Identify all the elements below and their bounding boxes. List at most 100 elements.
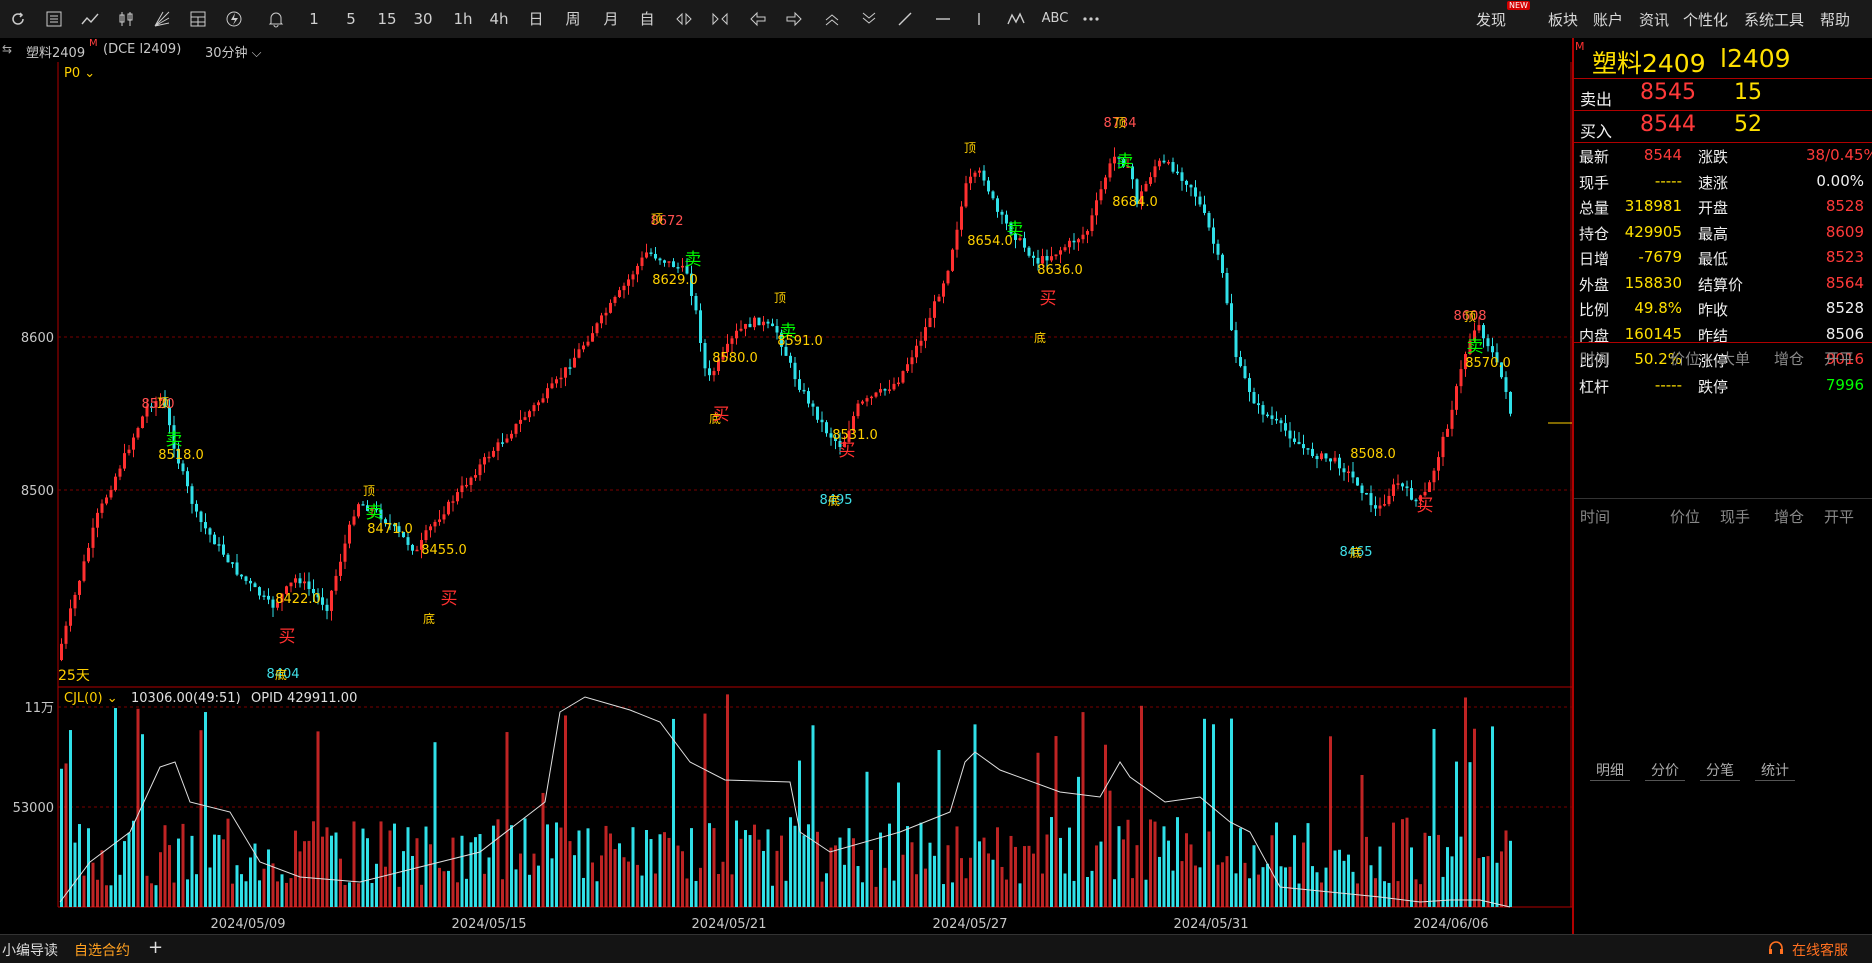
- horizontal-line-icon[interactable]: [931, 6, 955, 32]
- candle-body: [460, 485, 464, 493]
- period-day[interactable]: 日: [525, 6, 547, 32]
- candle-body: [537, 402, 540, 406]
- chart-title-bar: ⇆ 塑料2409 M (DCE l2409) 30分钟 ⌵: [0, 38, 1572, 62]
- grid-icon[interactable]: [186, 6, 210, 32]
- text-tool-button[interactable]: ABC: [1040, 6, 1070, 32]
- volume-bar: [1491, 726, 1494, 907]
- volume-bar: [1437, 834, 1440, 907]
- candle-icon[interactable]: [114, 6, 138, 32]
- menu-help[interactable]: 帮助: [1820, 9, 1850, 30]
- stat-value: 49.8%: [1634, 299, 1682, 317]
- period-4h[interactable]: 4h: [486, 6, 512, 32]
- zoom-out-icon[interactable]: [708, 6, 732, 32]
- ask-volume: 15: [1734, 80, 1762, 105]
- period-15[interactable]: 15: [374, 6, 400, 32]
- zoom-in-icon[interactable]: [672, 6, 696, 32]
- candle-body: [915, 345, 918, 358]
- volume-bar: [262, 868, 266, 907]
- period-custom[interactable]: 自: [636, 6, 658, 32]
- period-1h[interactable]: 1h: [450, 6, 476, 32]
- candle-body: [811, 403, 815, 407]
- bell-icon[interactable]: [264, 6, 288, 32]
- volume-bar: [1050, 817, 1053, 907]
- stat-value: 8506: [1825, 324, 1864, 343]
- volume-bar: [663, 832, 666, 907]
- stat-value: 429905: [1624, 222, 1682, 241]
- stat-label: 总量: [1579, 199, 1610, 217]
- fan-icon[interactable]: [150, 6, 174, 32]
- add-tab-button[interactable]: +: [148, 937, 163, 958]
- signal-price: 8629.0: [652, 273, 698, 288]
- volume-bar: [1288, 866, 1292, 907]
- menu-system-tools[interactable]: 系统工具: [1744, 9, 1804, 30]
- chevron-down-icon[interactable]: [857, 6, 881, 32]
- wave-icon[interactable]: [1005, 6, 1029, 32]
- period-selector[interactable]: 30分钟 ⌵: [205, 42, 262, 61]
- menu-news[interactable]: 资讯: [1639, 9, 1669, 30]
- arrow-right-icon[interactable]: [782, 6, 806, 32]
- more-icon[interactable]: [1078, 6, 1104, 32]
- candle-body: [1459, 369, 1463, 387]
- period-week[interactable]: 周: [562, 6, 584, 32]
- candle-body: [253, 583, 257, 588]
- swap-icon[interactable]: ⇆: [2, 42, 12, 56]
- kline-chart[interactable]: 8600 8500 11万 53000 P0 ⌄ 25天 CJL(0) ⌄ 10306.00(…: [0, 62, 1572, 934]
- flash-icon[interactable]: [222, 6, 246, 32]
- chevron-up-icon[interactable]: [820, 6, 844, 32]
- candle-body: [339, 561, 342, 576]
- menu-account[interactable]: 账户: [1593, 9, 1623, 30]
- diagonal-line-icon[interactable]: [893, 6, 917, 32]
- volume-bar: [541, 792, 545, 907]
- quote-tab[interactable]: 分价: [1645, 760, 1685, 781]
- bid-price: 8544: [1640, 112, 1696, 137]
- volume-bar: [1126, 819, 1130, 907]
- tick-table-col: 价位: [1670, 508, 1701, 526]
- chart-svg[interactable]: 8600 8500 11万 53000 P0 ⌄ 25天 CJL(0) ⌄ 10306.00(…: [0, 62, 1572, 934]
- volume-bar: [1005, 879, 1008, 907]
- volume-bar: [1365, 836, 1368, 907]
- period-5[interactable]: 5: [341, 6, 361, 32]
- candle-body: [622, 285, 626, 291]
- volume-bar: [1000, 866, 1004, 907]
- menu-sectors[interactable]: 板块: [1548, 9, 1578, 30]
- quote-tab[interactable]: 明细: [1590, 760, 1630, 781]
- volume-bar: [600, 855, 603, 907]
- period-30[interactable]: 30: [410, 6, 436, 32]
- headset-icon[interactable]: [1767, 939, 1785, 961]
- editor-guide-link[interactable]: 小编导读: [2, 940, 58, 960]
- refresh-icon[interactable]: [6, 6, 30, 32]
- period-1[interactable]: 1: [304, 6, 324, 32]
- period-month[interactable]: 月: [600, 6, 622, 32]
- candle-body: [532, 405, 536, 412]
- list-icon[interactable]: [42, 6, 66, 32]
- volume-bar: [1302, 842, 1305, 907]
- line-chart-icon[interactable]: [78, 6, 102, 32]
- signal-top: 顶: [1464, 310, 1476, 324]
- candle-body: [64, 625, 68, 644]
- online-service-link[interactable]: 在线客服: [1792, 940, 1848, 960]
- candle-body: [762, 321, 765, 326]
- volume-bar: [208, 867, 212, 907]
- candle-body: [1189, 184, 1193, 188]
- arrow-left-icon[interactable]: [746, 6, 770, 32]
- volume-bar: [375, 863, 378, 907]
- volume-bar: [1311, 866, 1314, 907]
- volume-bar: [1257, 874, 1260, 907]
- candle-body: [1378, 505, 1382, 509]
- ask-label: 卖出: [1580, 90, 1613, 109]
- candle-body: [96, 512, 99, 528]
- volume-bar: [793, 825, 797, 907]
- menu-personalize[interactable]: 个性化: [1683, 9, 1728, 30]
- volume-bar: [838, 837, 842, 907]
- volume-bar: [190, 835, 194, 907]
- vertical-line-icon[interactable]: [967, 6, 991, 32]
- candle-body: [631, 274, 635, 280]
- watchlist-tab[interactable]: 自选合约: [74, 940, 130, 960]
- volume-bar: [249, 857, 252, 907]
- candle-body: [1063, 247, 1067, 251]
- menu-discover[interactable]: 发现: [1476, 9, 1506, 30]
- quote-tab[interactable]: 统计: [1755, 760, 1795, 781]
- volume-bar: [316, 731, 320, 907]
- quote-tab[interactable]: 分笔: [1700, 760, 1740, 781]
- volume-bar: [1320, 882, 1323, 907]
